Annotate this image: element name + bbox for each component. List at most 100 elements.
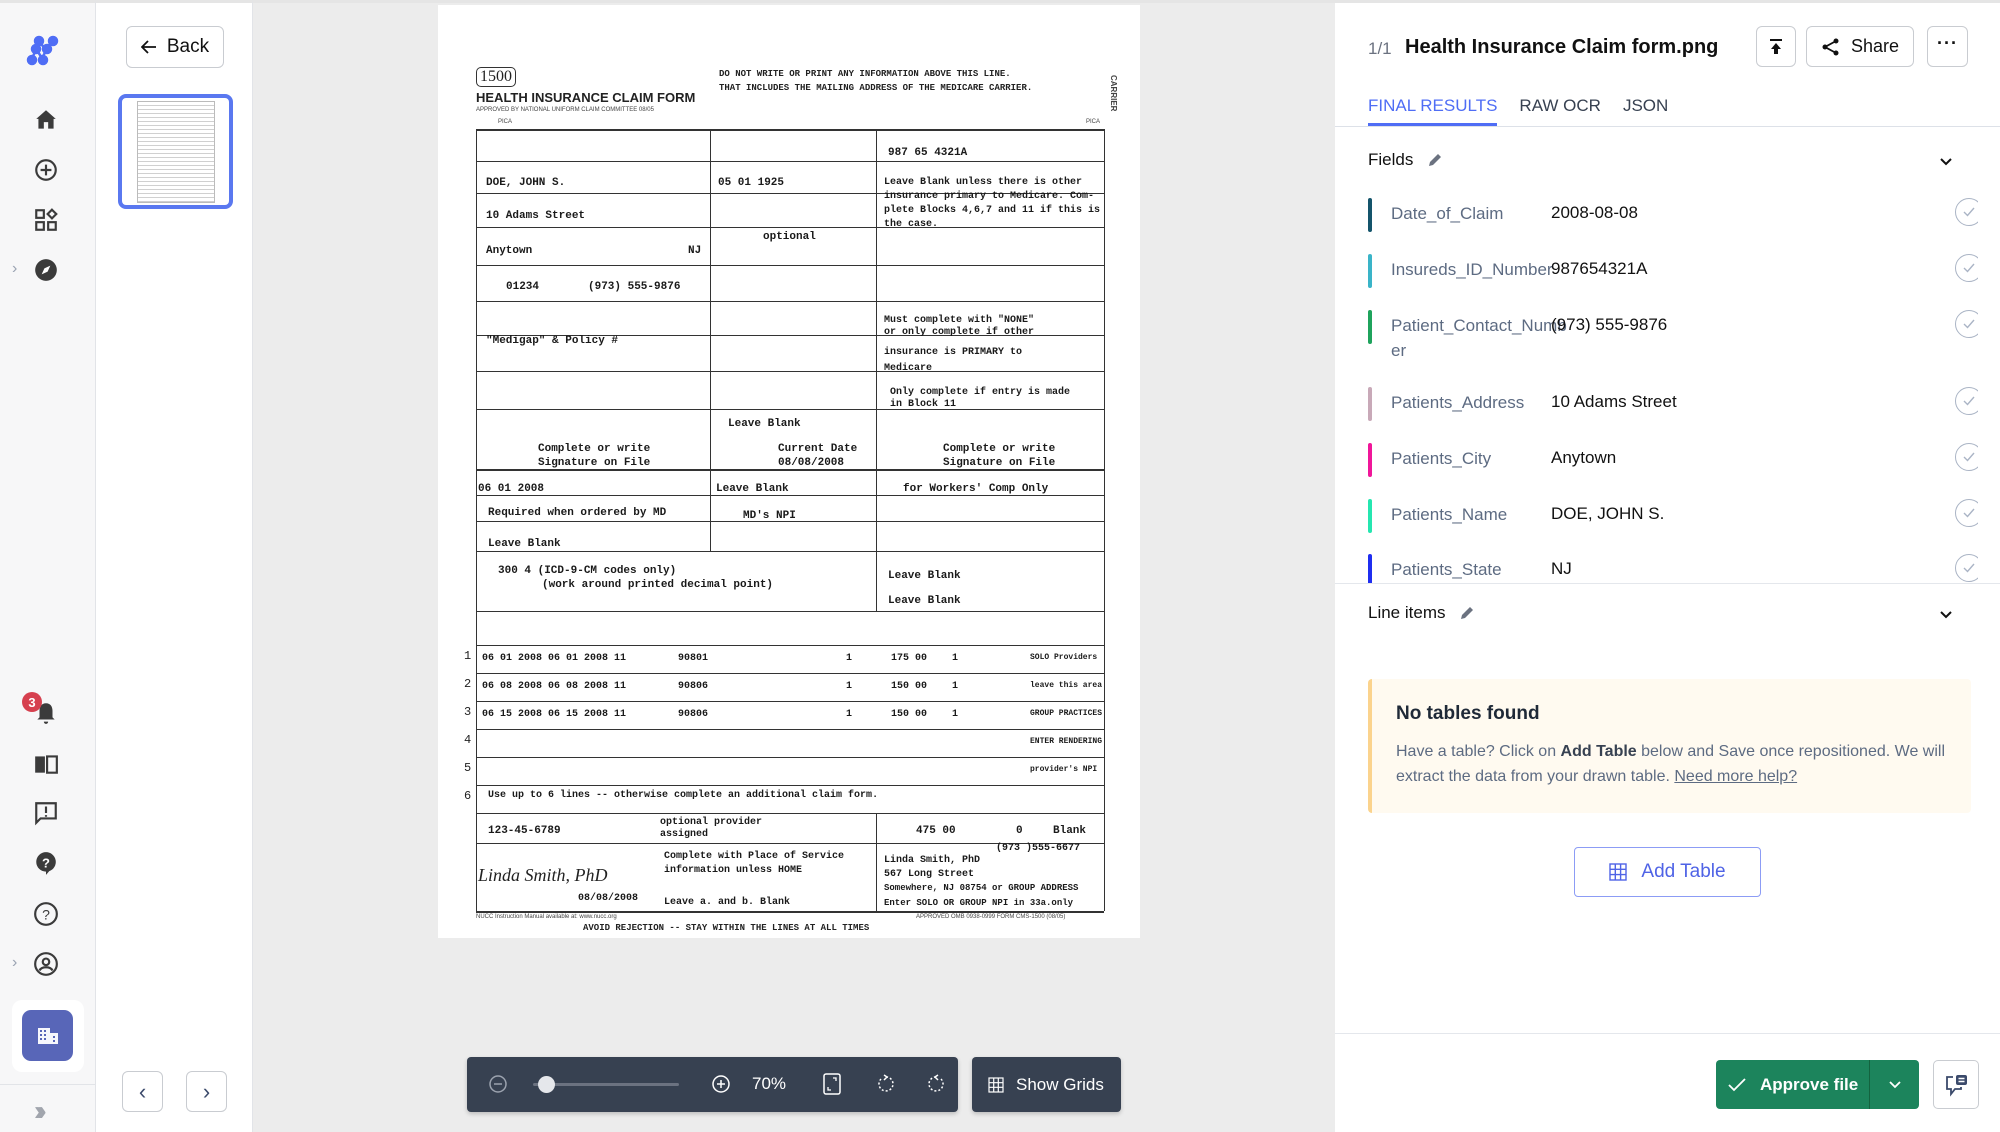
next-page-button[interactable]: › (186, 1071, 227, 1112)
field-key[interactable]: Insureds_ID_Number (1391, 257, 1571, 282)
zoom-level: 70% (752, 1074, 787, 1093)
export-button[interactable] (1756, 26, 1796, 67)
nav-account-caret[interactable]: › (12, 954, 17, 972)
service-line-provider: ENTER RENDERING (1030, 737, 1103, 746)
zoom-out-button[interactable] (485, 1071, 511, 1097)
similar-illness: Leave Blank (716, 483, 789, 495)
nav-feedback[interactable] (30, 797, 62, 829)
zoom-in-icon (712, 1075, 730, 1093)
building-icon (37, 1027, 58, 1044)
add-table-button[interactable]: Add Table (1574, 847, 1761, 897)
chevron-right-icon: › (202, 1078, 211, 1104)
field-key[interactable]: Patients_City (1391, 446, 1571, 471)
fit-page-button[interactable] (819, 1071, 845, 1097)
diagnosis-note: (work around printed decimal point) (542, 579, 774, 591)
field-key[interactable]: Patients_State (1391, 557, 1571, 582)
field-value[interactable]: 987654321A (1551, 259, 1647, 279)
field-key[interactable]: Date_of_Claim (1391, 201, 1571, 226)
check-icon (1728, 1077, 1746, 1091)
field-confirm-check-icon[interactable] (1955, 387, 1978, 415)
service-line-ptr: 1 (846, 681, 853, 692)
back-button[interactable]: Back (126, 26, 224, 68)
prev-page-button[interactable]: ‹ (122, 1071, 163, 1112)
share-label: Share (1850, 36, 1900, 56)
need-help-link[interactable]: Need more help? (1674, 768, 1797, 785)
document-page[interactable]: 1500 HEALTH INSURANCE CLAIM FORM APPROVE… (438, 5, 1140, 938)
field-confirm-check-icon[interactable] (1955, 554, 1978, 582)
nav-support[interactable]: ? (30, 847, 62, 879)
line-items-chevron-down-icon[interactable] (1936, 604, 1956, 624)
service-line-ptr: 1 (846, 709, 853, 720)
approve-options-dropdown[interactable] (1869, 1060, 1919, 1109)
comment-icon (1946, 1074, 1967, 1097)
local-use: Leave Blank (488, 538, 561, 550)
nav-docs[interactable] (30, 748, 62, 780)
tab-final-results[interactable]: FINAL RESULTS (1368, 96, 1498, 126)
zoom-in-button[interactable] (708, 1071, 734, 1097)
nav-help[interactable]: ? (30, 898, 62, 930)
nav-account[interactable] (30, 948, 62, 980)
header-notice-2: THAT INCLUDES THE MAILING ADDRESS OF THE… (719, 83, 1033, 93)
prior-auth: Leave Blank (888, 595, 961, 607)
nav-explore[interactable] (30, 254, 62, 286)
field-value[interactable]: DOE, JOHN S. (1551, 504, 1664, 524)
notice-title: No tables found (1396, 703, 1540, 724)
field-key[interactable]: Patients_Name (1391, 502, 1571, 527)
tab-json[interactable]: JSON (1623, 96, 1668, 126)
notification-badge: 3 (22, 692, 42, 712)
billing-2: 567 Long Street (884, 869, 975, 880)
facility-1: Complete with Place of Service (664, 851, 845, 862)
field-value[interactable]: NJ (1551, 559, 1572, 579)
field-color-bar (1368, 554, 1372, 583)
field-confirm-check-icon[interactable] (1955, 198, 1978, 226)
approve-file-button[interactable]: Approve file (1716, 1060, 1869, 1109)
comments-button[interactable] (1933, 1060, 1979, 1109)
fields-divider (1335, 583, 2000, 584)
md-npi: MD's NPI (743, 510, 796, 522)
line-items-section-header[interactable]: Line items (1368, 603, 1475, 623)
field-confirm-check-icon[interactable] (1955, 310, 1978, 338)
rotate-right-button[interactable] (924, 1071, 950, 1097)
approve-label: Approve file (1760, 1074, 1859, 1094)
zoom-slider[interactable] (533, 1076, 679, 1093)
compass-icon (35, 259, 57, 281)
header-notice-1: DO NOT WRITE OR PRINT ANY INFORMATION AB… (719, 69, 1011, 79)
zoom-slider-knob[interactable] (538, 1076, 556, 1093)
account-icon (34, 952, 58, 976)
nav-add[interactable] (30, 154, 62, 186)
field-key[interactable]: Patient_Contact_Number (1391, 313, 1571, 363)
nanonets-logo-icon[interactable] (25, 31, 65, 71)
field-confirm-check-icon[interactable] (1955, 443, 1978, 471)
more-options-button[interactable]: ··· (1927, 26, 1968, 67)
form-title: HEALTH INSURANCE CLAIM FORM (476, 90, 696, 105)
signature-1: Complete or write (538, 443, 651, 455)
fields-section-header[interactable]: Fields (1368, 150, 1443, 170)
service-line-number: 1 (464, 649, 472, 663)
field-value[interactable]: Anytown (1551, 448, 1616, 468)
edit-pencil-icon[interactable] (1427, 152, 1443, 168)
show-grids-button[interactable]: Show Grids (972, 1057, 1121, 1112)
field-confirm-check-icon[interactable] (1955, 254, 1978, 282)
nav-home[interactable] (30, 104, 62, 136)
field-value[interactable]: 10 Adams Street (1551, 392, 1677, 412)
page-thumbnail[interactable] (118, 94, 233, 209)
tab-raw-ocr[interactable]: RAW OCR (1519, 96, 1601, 126)
double-chevron-right-icon[interactable]: ›› (34, 1095, 46, 1127)
rotate-left-button[interactable] (872, 1071, 898, 1097)
share-button[interactable]: Share (1806, 26, 1914, 67)
nav-expand-caret[interactable]: › (12, 260, 17, 278)
org-switcher[interactable] (22, 1010, 73, 1061)
arrow-left-icon (140, 40, 156, 54)
table-icon (1609, 863, 1628, 881)
field-confirm-check-icon[interactable] (1955, 499, 1978, 527)
field-key[interactable]: Patients_Address (1391, 390, 1571, 415)
billing-3: Somewhere, NJ 08754 or GROUP ADDRESS (884, 883, 1079, 893)
edit-pencil-icon[interactable] (1459, 605, 1475, 621)
thumbnail-image (136, 100, 215, 203)
fields-chevron-down-icon[interactable] (1936, 151, 1956, 171)
result-tabs: FINAL RESULTS RAW OCR JSON (1368, 96, 1668, 126)
field-value[interactable]: (973) 555-9876 (1551, 315, 1667, 335)
zoom-out-icon (489, 1075, 507, 1093)
field-value[interactable]: 2008-08-08 (1551, 203, 1638, 223)
nav-apps[interactable] (30, 204, 62, 236)
